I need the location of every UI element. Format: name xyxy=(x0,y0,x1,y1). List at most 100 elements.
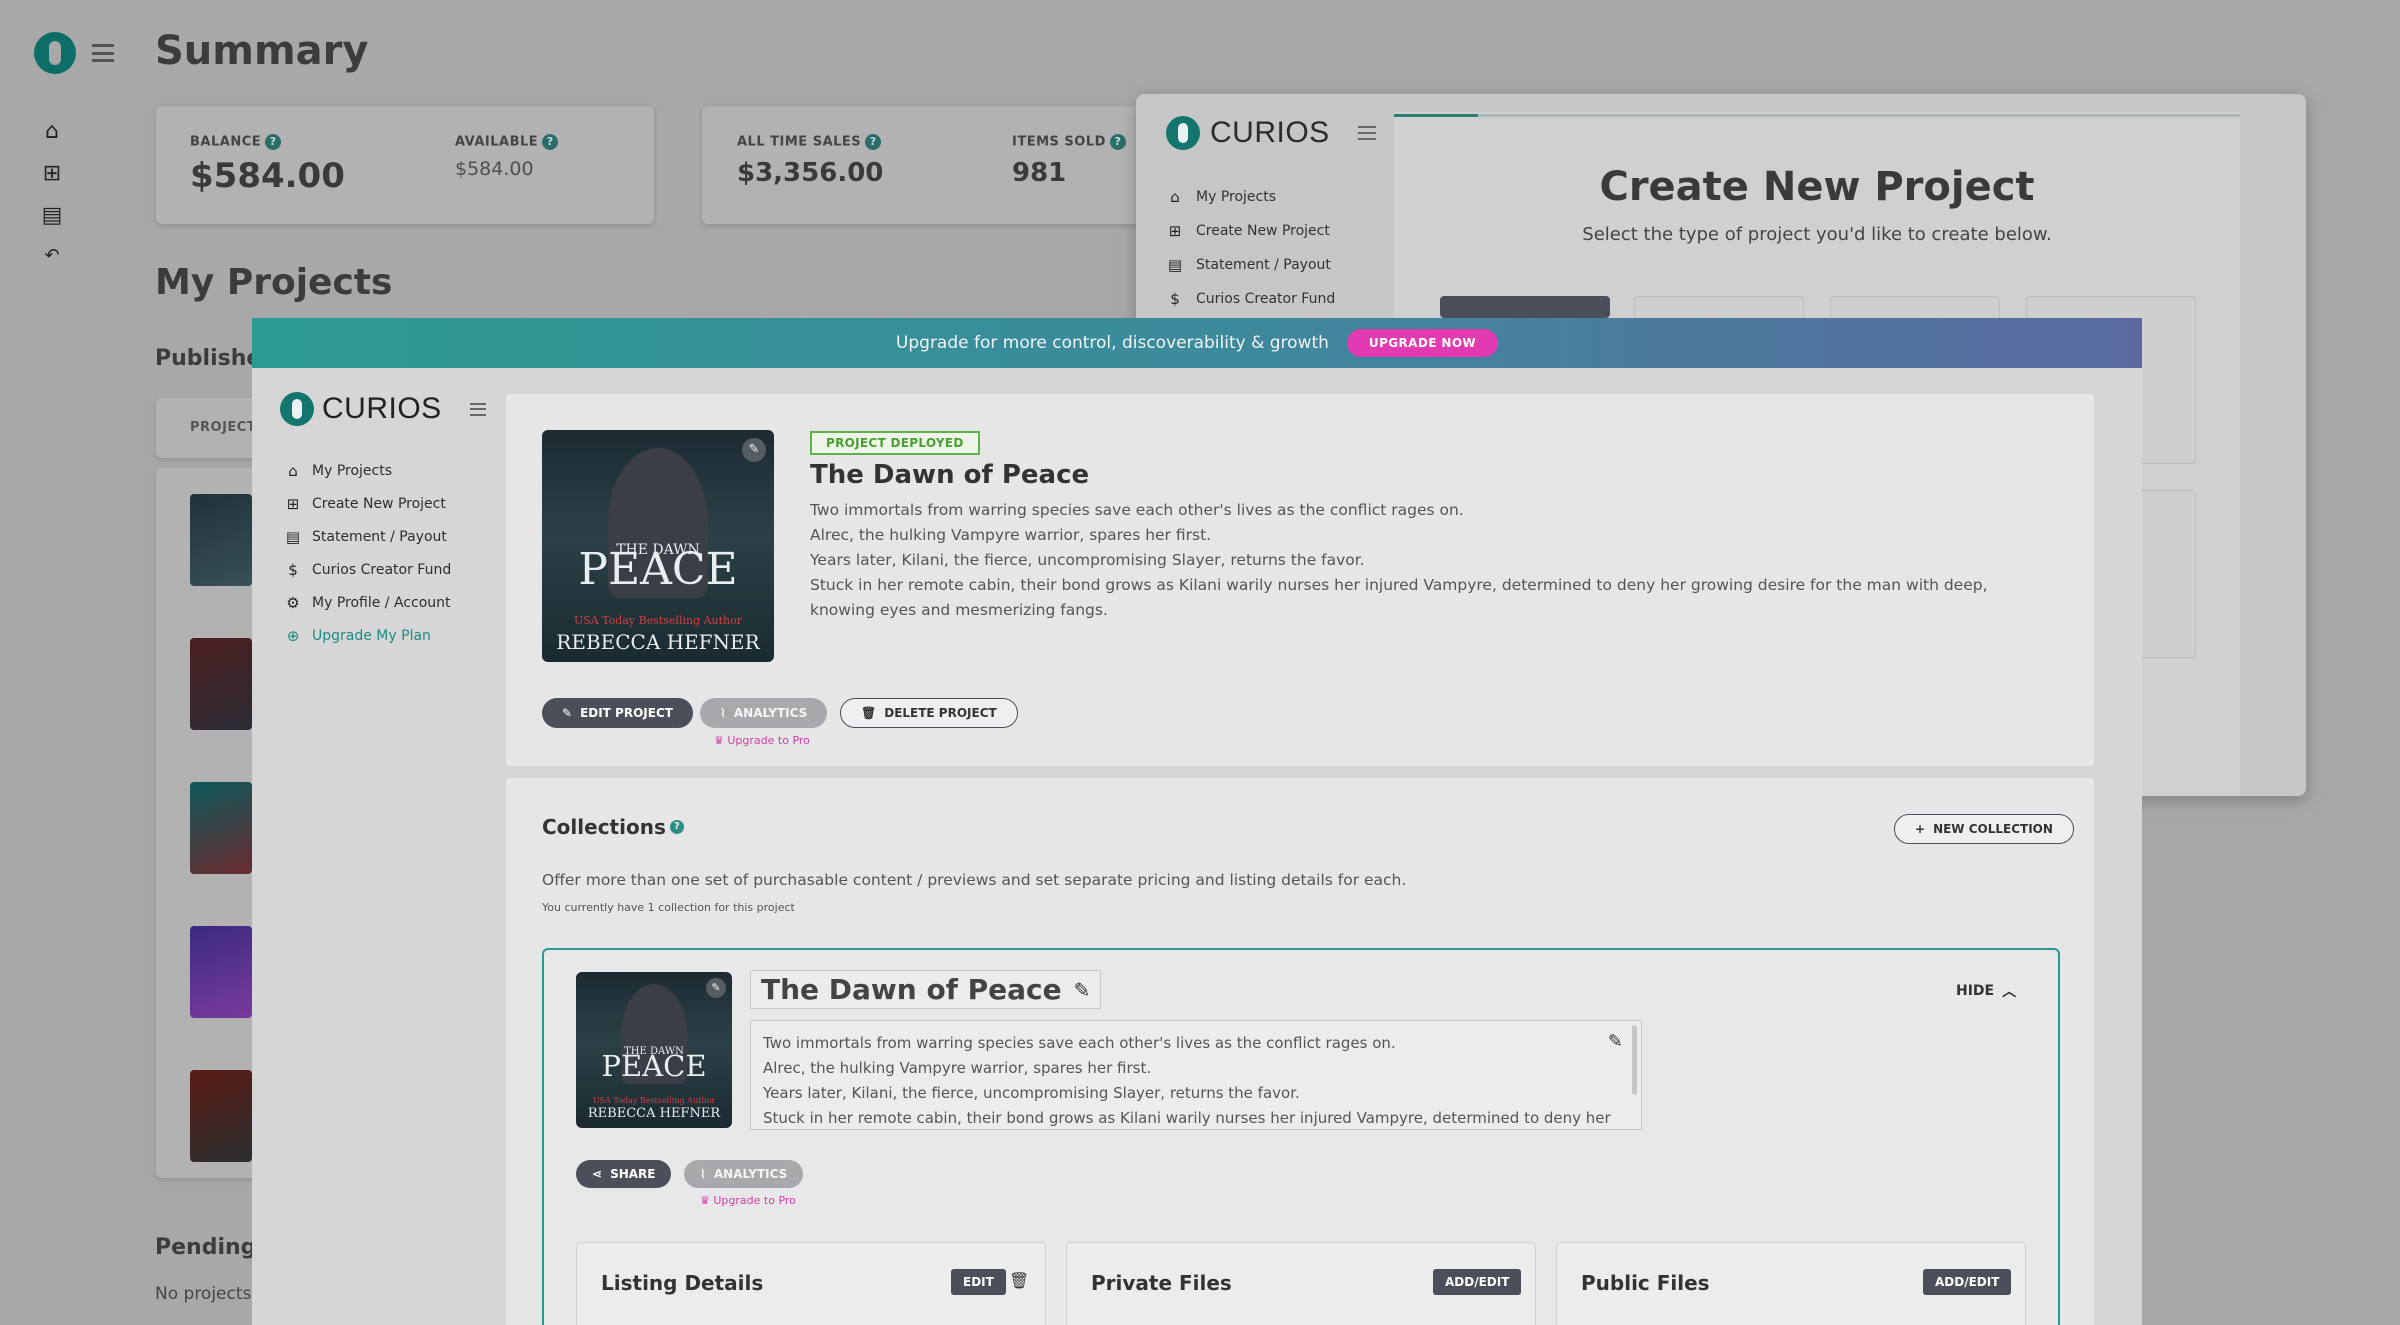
hamburger-menu-icon[interactable] xyxy=(469,402,486,416)
listing-details-title: Listing Details xyxy=(601,1271,764,1295)
help-icon: ? xyxy=(1109,134,1126,150)
sidebar-item-profile-account[interactable]: ⚙ My Profile / Account xyxy=(284,594,494,612)
project-detail-window: Upgrade for more control, discoverabilit… xyxy=(252,318,2142,1325)
sidebar-item-upgrade-plan[interactable]: ⊕ Upgrade My Plan xyxy=(284,627,494,645)
dollar-icon: $ xyxy=(288,561,298,579)
plus-square-icon[interactable]: ⊞ xyxy=(40,162,64,186)
balance-value: $584.00 xyxy=(190,156,345,196)
upgrade-now-button[interactable]: UPGRADE NOW xyxy=(1346,329,1499,357)
pending-heading: Pending xyxy=(155,1235,257,1260)
nav-item-my-projects[interactable]: ⌂ My Projects xyxy=(1166,188,1386,206)
trash-icon: 🗑 xyxy=(861,706,877,720)
page-title: Summary xyxy=(155,28,369,74)
available-label: AVAILABLE? xyxy=(455,134,559,150)
new-collection-button[interactable]: + NEW COLLECTION xyxy=(1894,814,2074,844)
project-thumbnail[interactable] xyxy=(190,782,252,874)
upgrade-to-pro-link[interactable]: ♛ Upgrade to Pro xyxy=(700,1194,796,1207)
gear-icon: ⚙ xyxy=(286,594,300,612)
cover-author-tag: USA Today Bestselling Author xyxy=(573,614,743,627)
trash-icon[interactable]: 🗑 xyxy=(1009,1271,1029,1290)
curios-logo-icon[interactable] xyxy=(34,32,76,74)
logo[interactable]: CURIOS xyxy=(280,392,486,426)
project-column-header: PROJECT xyxy=(190,420,257,435)
private-files-card: Private Files ADD/EDIT xyxy=(1066,1242,1536,1325)
private-files-title: Private Files xyxy=(1091,1271,1232,1295)
all-time-sales-label: ALL TIME SALES? xyxy=(737,134,882,150)
sidebar-item-create-new-project[interactable]: ⊞ Create New Project xyxy=(284,495,494,513)
chart-icon: ⌇ xyxy=(720,706,726,720)
listing-edit-button[interactable]: EDIT xyxy=(951,1269,1006,1295)
cover-title-line2: PEACE xyxy=(601,1049,707,1083)
analytics-button[interactable]: ⌇ ANALYTICS xyxy=(700,698,828,728)
delete-project-button[interactable]: 🗑 DELETE PROJECT xyxy=(840,698,1018,728)
progress-bar xyxy=(1394,114,2240,117)
upgrade-to-pro-link[interactable]: ♛ Upgrade to Pro xyxy=(714,734,810,747)
project-title: The Dawn of Peace xyxy=(810,460,1090,490)
collection-analytics-button[interactable]: ⌇ ANALYTICS xyxy=(684,1160,804,1188)
listing-details-card: Listing Details EDIT 🗑 xyxy=(576,1242,1046,1325)
edit-project-button[interactable]: ✎ EDIT PROJECT xyxy=(542,698,693,728)
curios-logo-icon xyxy=(1166,116,1200,150)
edit-icon[interactable]: ✎ xyxy=(1608,1029,1623,1054)
curios-logo-icon xyxy=(280,392,314,426)
collection-description[interactable]: Two immortals from warring species save … xyxy=(750,1020,1642,1130)
hamburger-menu-icon[interactable] xyxy=(92,44,114,62)
nav-item-creator-fund[interactable]: $ Curios Creator Fund xyxy=(1166,290,1386,308)
home-icon: ⌂ xyxy=(1170,188,1180,206)
file-icon: ▤ xyxy=(1167,256,1183,274)
undo-icon[interactable]: ↶ xyxy=(40,244,64,268)
pencil-icon: ✎ xyxy=(562,706,573,720)
collections-description: Offer more than one set of purchasable c… xyxy=(542,871,1407,889)
upgrade-icon: ⊕ xyxy=(286,627,300,645)
sidebar-item-my-projects[interactable]: ⌂ My Projects xyxy=(284,462,494,480)
sidebar-item-creator-fund[interactable]: $ Curios Creator Fund xyxy=(284,561,494,579)
project-thumbnail[interactable] xyxy=(190,638,252,730)
cover-author: REBECCA HEFNER xyxy=(587,1106,721,1121)
public-files-title: Public Files xyxy=(1581,1271,1710,1295)
scrollbar[interactable] xyxy=(1632,1025,1637,1095)
project-thumbnail[interactable] xyxy=(190,1070,252,1162)
edit-cover-icon[interactable]: ✎ xyxy=(742,438,766,462)
share-icon: ⋖ xyxy=(592,1167,603,1181)
project-thumbnail[interactable] xyxy=(190,926,252,1018)
collection-title[interactable]: The Dawn of Peace ✎ xyxy=(750,970,1102,1009)
home-icon: ⌂ xyxy=(288,462,298,480)
cover-author: REBECCA HEFNER xyxy=(556,630,760,654)
public-files-add-edit-button[interactable]: ADD/EDIT xyxy=(1923,1269,2012,1295)
nav-item-create-new-project[interactable]: ⊞ Create New Project xyxy=(1166,222,1386,240)
collection-cover-image[interactable]: THE DAWN PEACE USA Today Bestselling Aut… xyxy=(576,972,732,1128)
public-files-card: Public Files ADD/EDIT xyxy=(1556,1242,2026,1325)
nav-item-statement-payout[interactable]: ▤ Statement / Payout xyxy=(1166,256,1386,274)
project-thumbnail[interactable] xyxy=(190,494,252,586)
collections-count: You currently have 1 collection for this… xyxy=(542,901,795,914)
file-icon[interactable]: ▤ xyxy=(40,204,64,228)
upgrade-banner: Upgrade for more control, discoverabilit… xyxy=(252,318,2142,368)
chevron-up-icon: ︿ xyxy=(2002,984,2017,1000)
private-files-add-edit-button[interactable]: ADD/EDIT xyxy=(1433,1269,1522,1295)
share-button[interactable]: ⋖ SHARE xyxy=(576,1160,672,1188)
hamburger-menu-icon[interactable] xyxy=(1357,126,1376,140)
items-sold-value: 981 xyxy=(1012,158,1067,188)
sidebar-item-statement-payout[interactable]: ▤ Statement / Payout xyxy=(284,528,494,546)
edit-cover-icon[interactable]: ✎ xyxy=(706,978,726,998)
logo[interactable]: CURIOS xyxy=(1166,116,1376,150)
file-icon: ▤ xyxy=(285,528,301,546)
help-icon: ? xyxy=(265,134,282,150)
items-sold-label: ITEMS SOLD? xyxy=(1012,134,1126,150)
cover-author-tag: USA Today Bestselling Author xyxy=(592,1096,716,1105)
trophy-icon: ♛ xyxy=(714,734,724,747)
help-icon: ? xyxy=(865,134,882,150)
plus-square-icon: ⊞ xyxy=(286,495,300,513)
trophy-icon: ♛ xyxy=(700,1194,710,1207)
chart-icon: ⌇ xyxy=(700,1167,706,1181)
project-cover-image[interactable]: THE DAWN PEACE USA Today Bestselling Aut… xyxy=(542,430,774,662)
logo-text: CURIOS xyxy=(322,392,442,425)
cover-title-line2: PEACE xyxy=(578,544,738,595)
plus-square-icon: ⊞ xyxy=(1168,222,1182,240)
hide-toggle[interactable]: HIDE ︿ xyxy=(1956,981,2016,1001)
available-value: $584.00 xyxy=(455,158,534,180)
home-icon[interactable]: ⌂ xyxy=(40,120,64,144)
help-icon[interactable]: ? xyxy=(669,820,684,834)
project-type-tile[interactable] xyxy=(1440,296,1610,318)
edit-icon[interactable]: ✎ xyxy=(1074,978,1091,1002)
